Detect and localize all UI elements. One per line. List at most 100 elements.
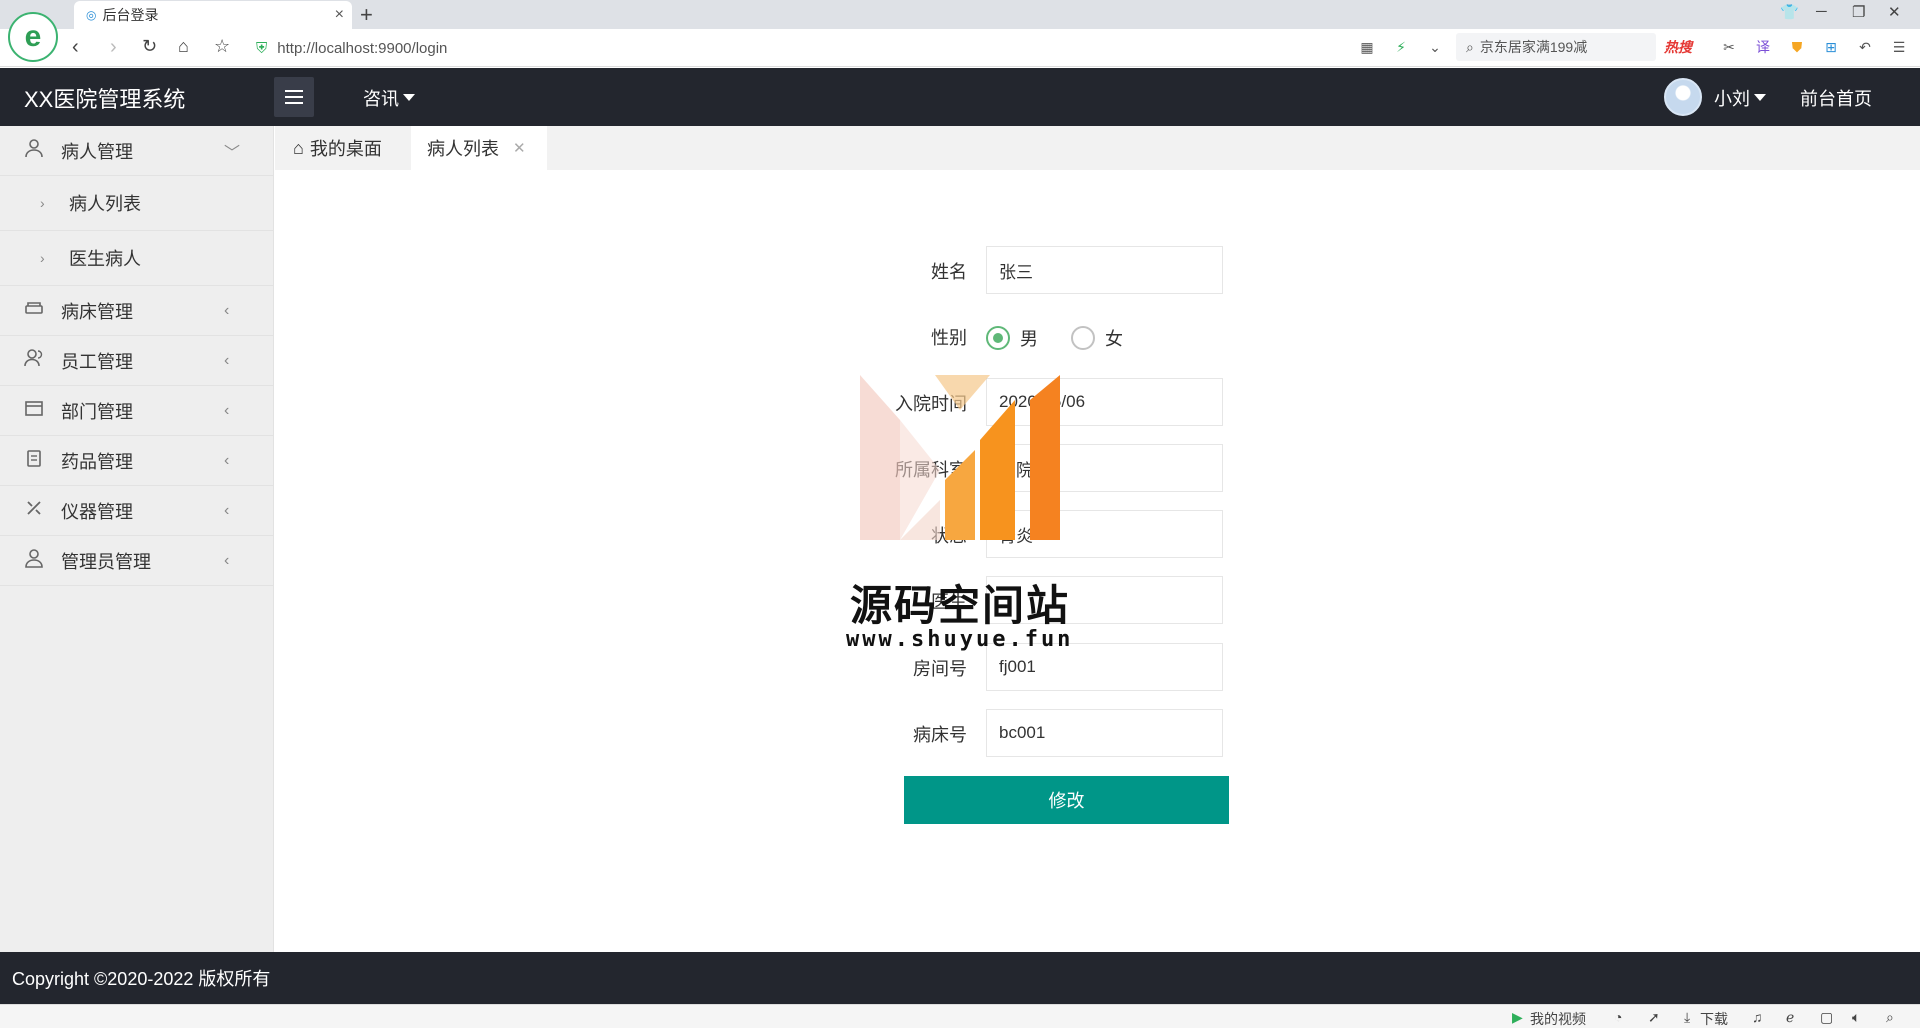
secure-shield-icon: ⛨ <box>256 39 268 57</box>
dropdown-icon[interactable]: ⌄ <box>1422 39 1448 56</box>
hot-search-link[interactable]: 热搜 <box>1664 37 1692 57</box>
gender-label: 性别 <box>931 328 967 348</box>
download-link[interactable]: 下载 <box>1700 1009 1728 1028</box>
gender-female-label: 女 <box>1105 329 1123 349</box>
submit-button[interactable]: 修改 <box>904 776 1229 824</box>
department-input[interactable] <box>986 444 1223 492</box>
sidebar-subitem-patient-list[interactable]: › 病人列表 <box>0 176 274 231</box>
admit-time-label: 入院时间 <box>895 394 967 414</box>
tab-label: 病人列表 <box>427 139 499 159</box>
play-icon: ▶ <box>1512 1009 1523 1025</box>
rocket-icon[interactable]: ➚ <box>1648 1009 1660 1026</box>
condition-label: 状态 <box>931 526 967 546</box>
search-icon: ⌕ <box>1466 38 1474 55</box>
room-label: 房间号 <box>913 659 967 679</box>
condition-input[interactable] <box>986 510 1223 558</box>
volume-icon[interactable]: 🔈︎ <box>1852 1009 1860 1026</box>
browser-tab-title: 后台登录 <box>102 7 159 23</box>
nav-news-menu[interactable]: 咨讯 <box>363 85 415 111</box>
tab-patient-list[interactable]: 病人列表 ✕ <box>411 126 547 170</box>
sidebar-item-label: 病人管理 <box>61 141 133 162</box>
form-row-admit-time: 入院时间 <box>0 378 1920 426</box>
close-window-icon[interactable]: ✕ <box>1888 3 1901 21</box>
home-icon: ⌂ <box>293 137 304 158</box>
form-row-gender: 性别 男 女 <box>0 312 1920 360</box>
tab-desktop[interactable]: ⌂ 我的桌面 <box>275 126 410 170</box>
restore-icon[interactable]: ❐ <box>1852 3 1865 21</box>
footer: Copyright ©2020-2022 版权所有 <box>0 952 1920 1004</box>
my-video-link[interactable]: 我的视频 <box>1530 1009 1586 1028</box>
ie-icon[interactable]: ℯ <box>1786 1009 1794 1026</box>
chevron-down-icon: ﹀ <box>224 144 241 162</box>
name-label: 姓名 <box>931 262 967 282</box>
browser-tab[interactable]: ◎ 后台登录 × <box>74 1 352 29</box>
home-icon[interactable]: ⌂ <box>178 36 189 57</box>
user-icon <box>23 138 45 163</box>
chevron-right-icon: › <box>40 195 45 211</box>
browser-statusbar: ▶ 我的视频 ◔ ➚ ⤓ 下载 ♫ ℯ ▢ 🔈︎ ⌕ <box>0 1004 1920 1028</box>
form-row-department: 所属科室 <box>0 444 1920 492</box>
bed-input[interactable] <box>986 709 1223 757</box>
speed-icon[interactable]: ◔ <box>1614 1009 1622 1025</box>
name-input[interactable] <box>986 246 1223 294</box>
watermark-url: www.shuyue.fun <box>846 627 1074 652</box>
lightning-icon[interactable]: ⚡ <box>1388 39 1414 56</box>
nav-news-label: 咨讯 <box>363 89 399 109</box>
zoom-icon[interactable]: ⌕ <box>1886 1009 1894 1026</box>
sidebar-subitem-label: 病人列表 <box>69 194 141 214</box>
close-icon[interactable]: ✕ <box>513 139 526 157</box>
form-row-bed: 病床号 <box>0 709 1920 757</box>
form-row-name: 姓名 <box>0 246 1920 294</box>
skin-icon[interactable]: 👕 <box>1780 3 1799 21</box>
department-label: 所属科室 <box>895 460 967 480</box>
browser-tabbar: ◎ 后台登录 × + 👕 ─ ❐ ✕ <box>0 0 1920 29</box>
tab-label: 我的桌面 <box>309 139 382 159</box>
headset-icon[interactable]: ♫ <box>1752 1009 1763 1025</box>
bed-label: 病床号 <box>913 725 967 745</box>
gender-radio-female[interactable]: 女 <box>1071 325 1123 351</box>
radio-unchecked-icon <box>1071 326 1095 350</box>
bookmark-star-icon[interactable]: ☆ <box>214 36 230 57</box>
admit-time-input[interactable] <box>986 378 1223 426</box>
form-row-condition: 状态 <box>0 510 1920 558</box>
url-bar[interactable]: ⛨ http://localhost:9900/login <box>256 34 1436 62</box>
toolbar-right: ▦ ⚡ ⌄ ⌕ 京东居家满199减 热搜 ✂ 译 ⛊ ⊞ ↶ ☰ <box>1354 33 1912 61</box>
back-icon[interactable]: ‹ <box>72 36 79 59</box>
shield-badge-icon[interactable]: ⛊ <box>1784 39 1810 56</box>
qr-icon[interactable]: ▦ <box>1354 39 1380 56</box>
undo-icon[interactable]: ↶ <box>1852 39 1878 56</box>
forward-icon[interactable]: › <box>110 36 117 59</box>
watermark-title: 源码空间站 <box>850 581 1071 630</box>
menu-icon[interactable]: ☰ <box>1886 39 1912 56</box>
caret-down-icon <box>1754 93 1766 101</box>
new-tab-icon[interactable]: + <box>360 2 373 28</box>
tab-close-icon[interactable]: × <box>335 6 344 24</box>
reload-icon[interactable]: ↻ <box>142 36 157 57</box>
search-box[interactable]: ⌕ 京东居家满199减 <box>1456 33 1656 61</box>
app-header: XX医院管理系统 咨讯 小刘 前台首页 <box>0 68 1920 126</box>
scissors-icon[interactable]: ✂ <box>1716 39 1742 56</box>
url-text: http://localhost:9900/login <box>277 39 448 57</box>
user-name-label: 小刘 <box>1714 89 1750 109</box>
search-hint-text: 京东居家满199减 <box>1479 39 1588 55</box>
user-menu[interactable]: 小刘 <box>1714 85 1766 111</box>
gender-radio-male[interactable]: 男 <box>986 325 1038 351</box>
gender-male-label: 男 <box>1020 329 1038 349</box>
window-icon[interactable]: ▢ <box>1820 1009 1833 1026</box>
caret-down-icon <box>403 93 415 101</box>
minimize-icon[interactable]: ─ <box>1816 3 1827 20</box>
browser-logo-icon: e <box>8 12 58 62</box>
copyright-text: Copyright ©2020-2022 版权所有 <box>12 969 271 989</box>
tab-favicon-icon: ◎ <box>86 8 97 22</box>
sidebar-item-patients[interactable]: 病人管理 ﹀ <box>0 126 274 176</box>
translate-icon[interactable]: 译 <box>1750 37 1776 57</box>
apps-icon[interactable]: ⊞ <box>1818 39 1844 56</box>
app-logo[interactable]: XX医院管理系统 <box>24 82 185 114</box>
front-home-link[interactable]: 前台首页 <box>1800 85 1872 111</box>
menu-toggle-icon[interactable] <box>274 77 314 117</box>
page-tabs: ⌂ 我的桌面 病人列表 ✕ <box>275 126 1920 170</box>
download-icon: ⤓ <box>1684 1009 1691 1025</box>
avatar[interactable] <box>1664 78 1702 116</box>
browser-addressbar: ‹ › ↻ ⌂ ☆ ⛨ http://localhost:9900/login … <box>0 29 1920 67</box>
radio-checked-icon <box>986 326 1010 350</box>
